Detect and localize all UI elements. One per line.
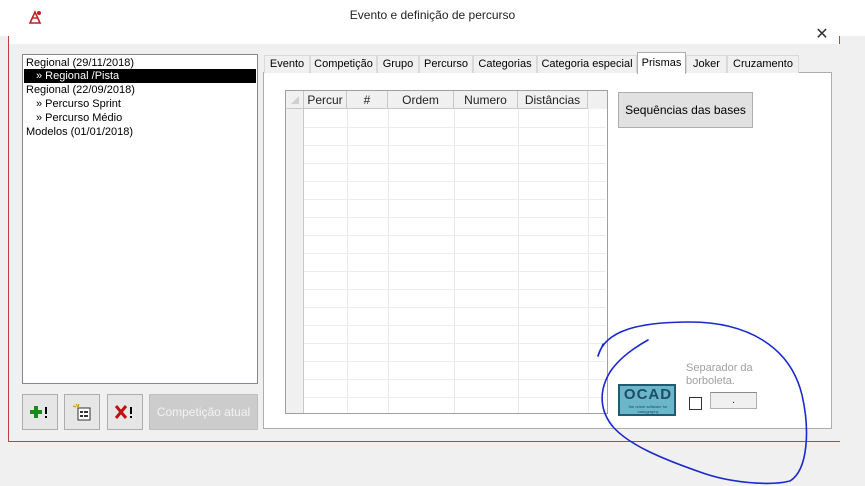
- grid-row-line: [304, 307, 606, 308]
- event-tree[interactable]: Regional (29/11/2018) » Regional /Pista …: [22, 54, 258, 384]
- column-header-numero[interactable]: Numero: [454, 91, 518, 109]
- add-button[interactable]: [22, 394, 58, 430]
- column-header-distancias[interactable]: Distâncias: [518, 91, 588, 109]
- grid-row-line: [304, 145, 606, 146]
- grid-row-line: [304, 127, 606, 128]
- grid-row-line: [304, 199, 606, 200]
- tab-prismas[interactable]: Prismas: [637, 52, 686, 74]
- base-sequences-button[interactable]: Sequências das bases: [618, 92, 753, 128]
- row-header-column: [286, 109, 304, 413]
- ocad-logo-text: OCAD: [623, 386, 673, 403]
- title-bar: Evento e definição de percurso: [0, 0, 865, 36]
- grid-row-line: [304, 379, 606, 380]
- butterfly-separator-label: Separador da borboleta.: [686, 362, 753, 387]
- tab-evento[interactable]: Evento: [264, 55, 310, 73]
- grid-col-line: [518, 109, 519, 413]
- current-competition-button[interactable]: Competição atual: [149, 394, 258, 430]
- grid-row-line: [304, 163, 606, 164]
- grid-row-line: [304, 289, 606, 290]
- grid-col-line: [588, 109, 589, 413]
- grid-row-line: [304, 397, 606, 398]
- delete-button[interactable]: [107, 394, 143, 430]
- window-title: Evento e definição de percurso: [349, 8, 516, 22]
- close-icon: ✕: [815, 26, 829, 43]
- ocad-logo: OCAD the orient software for cartography: [618, 384, 676, 416]
- grid-row-line: [304, 271, 606, 272]
- tree-item-regional-2911[interactable]: Regional (29/11/2018): [24, 56, 136, 70]
- tab-joker[interactable]: Joker: [686, 55, 727, 73]
- grid-row-line: [304, 343, 606, 344]
- grid-col-line: [454, 109, 455, 413]
- add-icon: [30, 406, 47, 418]
- tree-item-modelos[interactable]: Modelos (01/01/2018): [24, 125, 135, 139]
- close-button[interactable]: ✕: [810, 25, 834, 45]
- tab-categorias[interactable]: Categorias: [473, 55, 537, 73]
- edit-form-icon: [72, 403, 91, 421]
- grid-row-line: [304, 325, 606, 326]
- edit-button[interactable]: [64, 394, 100, 430]
- column-header-number-sign[interactable]: #: [347, 91, 388, 109]
- prismas-grid[interactable]: Percur # Ordem Numero Distâncias: [285, 90, 608, 414]
- grid-row-line: [304, 361, 606, 362]
- current-competition-label: Competição atual: [156, 405, 251, 419]
- select-all-icon: [291, 96, 299, 104]
- tree-item-percurso-sprint[interactable]: » Percurso Sprint: [24, 97, 123, 111]
- grid-row-line: [304, 217, 606, 218]
- tab-cruzamento[interactable]: Cruzamento: [727, 55, 799, 73]
- ocad-logo-subtext: the orient software for cartography: [628, 404, 668, 414]
- tree-item-regional-pista[interactable]: » Regional /Pista: [24, 69, 256, 83]
- grid-corner-cell[interactable]: [286, 91, 304, 109]
- tab-percurso[interactable]: Percurso: [419, 55, 473, 73]
- grid-row-line: [304, 253, 606, 254]
- grid-col-line: [347, 109, 348, 413]
- column-header-ordem[interactable]: Ordem: [388, 91, 454, 109]
- butterfly-separator-checkbox[interactable]: [689, 397, 702, 410]
- tree-item-regional-2209[interactable]: Regional (22/09/2018): [24, 83, 137, 97]
- tab-competicao[interactable]: Competição: [310, 55, 377, 73]
- delete-icon: [115, 405, 132, 419]
- base-sequences-label: Sequências das bases: [625, 103, 746, 117]
- grid-row-line: [304, 181, 606, 182]
- tab-categoria-especial[interactable]: Categoria especial: [537, 55, 637, 73]
- grid-col-line: [388, 109, 389, 413]
- column-header-percur[interactable]: Percur: [304, 91, 347, 109]
- butterfly-separator-input[interactable]: .: [710, 392, 757, 409]
- tab-grupo[interactable]: Grupo: [377, 55, 419, 73]
- grid-header: Percur # Ordem Numero Distâncias: [286, 91, 607, 109]
- tree-item-percurso-medio[interactable]: » Percurso Médio: [24, 111, 124, 125]
- grid-row-line: [304, 235, 606, 236]
